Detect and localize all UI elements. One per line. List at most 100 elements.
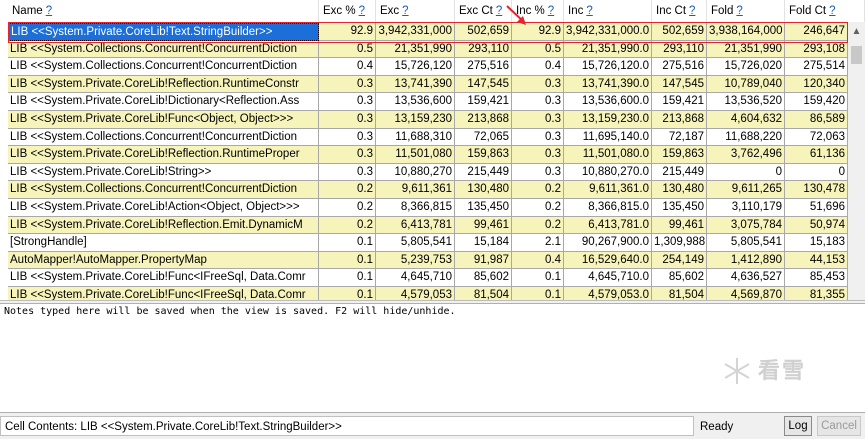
cell-inc[interactable]: 3,942,331,000.0 bbox=[564, 23, 652, 41]
cell-fold[interactable]: 3,110,179 bbox=[707, 199, 785, 217]
cell-inc-pct[interactable]: 0.4 bbox=[512, 251, 564, 270]
cell-inc[interactable]: 11,501,080.0 bbox=[564, 146, 652, 164]
table-row[interactable]: AutoMapper!AutoMapper.PropertyMap 0.1 5,23… bbox=[8, 251, 848, 270]
cell-inc[interactable]: 11,695,140.0 bbox=[564, 128, 652, 147]
column-header-exc-ct[interactable]: Exc Ct? bbox=[455, 0, 512, 22]
cell-fold-ct[interactable]: 51,696 bbox=[785, 199, 848, 217]
cell-inc-pct[interactable]: 0.3 bbox=[512, 146, 564, 164]
cell-exc[interactable]: 6,413,781 bbox=[376, 216, 455, 235]
cell-inc-pct[interactable]: 0.2 bbox=[512, 199, 564, 217]
cell-name[interactable]: LIB <<System.Collections.Concurrent!Conc… bbox=[8, 58, 319, 76]
cell-exc-ct[interactable]: 99,461 bbox=[455, 216, 512, 235]
cell-inc-pct[interactable]: 2.1 bbox=[512, 234, 564, 252]
cell-fold[interactable]: 15,726,020 bbox=[707, 58, 785, 76]
cell-exc-pct[interactable]: 0.2 bbox=[319, 199, 376, 217]
cell-fold-ct[interactable]: 61,136 bbox=[785, 146, 848, 164]
cell-name[interactable]: [StrongHandle] bbox=[8, 234, 319, 252]
cell-name[interactable]: LIB <<System.Private.CoreLib!Action<Obje… bbox=[8, 199, 319, 217]
cancel-button[interactable]: Cancel bbox=[817, 416, 861, 436]
cell-fold-ct[interactable]: 44,153 bbox=[785, 251, 848, 270]
table-row[interactable]: [StrongHandle] 0.1 5,805,541 15,184 2.1 90,26… bbox=[8, 234, 848, 252]
cell-fold[interactable]: 3,762,496 bbox=[707, 146, 785, 164]
cell-fold[interactable]: 4,569,870 bbox=[707, 287, 785, 300]
cell-fold-ct[interactable]: 275,514 bbox=[785, 58, 848, 76]
cell-exc[interactable]: 4,645,710 bbox=[376, 269, 455, 287]
cell-exc[interactable]: 9,611,361 bbox=[376, 181, 455, 199]
cell-exc-pct[interactable]: 0.1 bbox=[319, 287, 376, 300]
cell-inc-ct[interactable]: 85,602 bbox=[652, 269, 707, 287]
cell-exc-pct[interactable]: 0.4 bbox=[319, 58, 376, 76]
help-link[interactable]: ? bbox=[736, 5, 742, 17]
help-link[interactable]: ? bbox=[359, 5, 365, 17]
cell-fold-ct[interactable]: 130,478 bbox=[785, 181, 848, 199]
cell-exc[interactable]: 5,805,541 bbox=[376, 234, 455, 252]
cell-name[interactable]: LIB <<System.Collections.Concurrent!Conc… bbox=[8, 40, 319, 59]
cell-fold-ct[interactable]: 86,589 bbox=[785, 111, 848, 129]
cell-inc-pct[interactable]: 0.3 bbox=[512, 75, 564, 94]
cell-exc[interactable]: 11,688,310 bbox=[376, 128, 455, 147]
column-header-exc[interactable]: Exc? bbox=[376, 0, 455, 22]
cell-inc[interactable]: 8,366,815.0 bbox=[564, 199, 652, 217]
cell-exc-pct[interactable]: 0.3 bbox=[319, 111, 376, 129]
cell-exc[interactable]: 13,159,230 bbox=[376, 111, 455, 129]
column-header-exc-pct[interactable]: Exc %? bbox=[319, 0, 376, 22]
table-row[interactable]: LIB <<System.Private.CoreLib!Func<IFreeS… bbox=[8, 269, 848, 287]
cell-exc-ct[interactable]: 135,450 bbox=[455, 199, 512, 217]
cell-exc-ct[interactable]: 215,449 bbox=[455, 163, 512, 182]
cell-fold-ct[interactable]: 81,355 bbox=[785, 287, 848, 300]
cell-exc[interactable]: 13,741,390 bbox=[376, 75, 455, 94]
cell-exc[interactable]: 8,366,815 bbox=[376, 199, 455, 217]
help-link[interactable]: ? bbox=[829, 5, 835, 17]
cell-exc-pct[interactable]: 0.2 bbox=[319, 181, 376, 199]
cell-inc[interactable]: 13,741,390.0 bbox=[564, 75, 652, 94]
cell-exc-pct[interactable]: 0.2 bbox=[319, 216, 376, 235]
table-row[interactable]: LIB <<System.Collections.Concurrent!Conc… bbox=[8, 40, 848, 59]
table-row[interactable]: LIB <<System.Private.CoreLib!Reflection.… bbox=[8, 216, 848, 235]
cell-exc-ct[interactable]: 213,868 bbox=[455, 111, 512, 129]
cell-fold[interactable]: 10,789,040 bbox=[707, 75, 785, 94]
cell-exc-pct[interactable]: 0.5 bbox=[319, 40, 376, 59]
cell-exc-ct[interactable]: 502,659 bbox=[455, 23, 512, 41]
cell-name[interactable]: LIB <<System.Private.CoreLib!Text.String… bbox=[8, 23, 319, 41]
help-link[interactable]: ? bbox=[586, 5, 592, 17]
table-row[interactable]: LIB <<System.Private.CoreLib!String>> 0.3… bbox=[8, 163, 848, 182]
table-row[interactable]: LIB <<System.Private.CoreLib!Action<Obje… bbox=[8, 199, 848, 217]
cell-name[interactable]: LIB <<System.Private.CoreLib!String>> bbox=[8, 163, 319, 182]
scroll-thumb[interactable] bbox=[851, 46, 862, 64]
cell-inc-pct[interactable]: 0.3 bbox=[512, 163, 564, 182]
cell-exc-pct[interactable]: 0.1 bbox=[319, 251, 376, 270]
cell-name[interactable]: LIB <<System.Private.CoreLib!Func<IFreeS… bbox=[8, 287, 319, 300]
cell-exc-ct[interactable]: 81,504 bbox=[455, 287, 512, 300]
cell-inc-ct[interactable]: 1,309,988 bbox=[652, 234, 707, 252]
cell-exc[interactable]: 10,880,270 bbox=[376, 163, 455, 182]
vertical-scrollbar[interactable]: ▲ bbox=[848, 22, 865, 300]
cell-exc-pct[interactable]: 0.1 bbox=[319, 269, 376, 287]
cell-fold[interactable]: 4,636,527 bbox=[707, 269, 785, 287]
cell-inc[interactable]: 9,611,361.0 bbox=[564, 181, 652, 199]
cell-name[interactable]: AutoMapper!AutoMapper.PropertyMap bbox=[8, 251, 319, 270]
table-row[interactable]: LIB <<System.Private.CoreLib!Func<IFreeS… bbox=[8, 287, 848, 300]
cell-exc[interactable]: 4,579,053 bbox=[376, 287, 455, 300]
column-header-name[interactable]: Name? bbox=[8, 0, 319, 22]
cell-inc-ct[interactable]: 147,545 bbox=[652, 75, 707, 94]
cell-exc-ct[interactable]: 91,987 bbox=[455, 251, 512, 270]
cell-inc[interactable]: 13,536,600.0 bbox=[564, 93, 652, 111]
column-header-fold[interactable]: Fold? bbox=[707, 0, 785, 22]
cell-inc-ct[interactable]: 72,187 bbox=[652, 128, 707, 147]
table-row[interactable]: LIB <<System.Private.CoreLib!Dictionary<… bbox=[8, 93, 848, 111]
cell-fold-ct[interactable]: 50,974 bbox=[785, 216, 848, 235]
cell-inc-ct[interactable]: 215,449 bbox=[652, 163, 707, 182]
cell-exc[interactable]: 13,536,600 bbox=[376, 93, 455, 111]
cell-name[interactable]: LIB <<System.Private.CoreLib!Reflection.… bbox=[8, 216, 319, 235]
cell-exc-pct[interactable]: 0.3 bbox=[319, 163, 376, 182]
cell-fold[interactable]: 5,805,541 bbox=[707, 234, 785, 252]
cell-inc-pct[interactable]: 0.5 bbox=[512, 40, 564, 59]
cell-inc[interactable]: 13,159,230.0 bbox=[564, 111, 652, 129]
cell-exc[interactable]: 15,726,120 bbox=[376, 58, 455, 76]
cell-inc-pct[interactable]: 0.1 bbox=[512, 269, 564, 287]
cell-inc[interactable]: 90,267,900.0 bbox=[564, 234, 652, 252]
cell-inc-pct[interactable]: 0.1 bbox=[512, 287, 564, 300]
cell-exc-ct[interactable]: 275,516 bbox=[455, 58, 512, 76]
cell-exc-pct[interactable]: 0.3 bbox=[319, 75, 376, 94]
help-link[interactable]: ? bbox=[689, 5, 695, 17]
